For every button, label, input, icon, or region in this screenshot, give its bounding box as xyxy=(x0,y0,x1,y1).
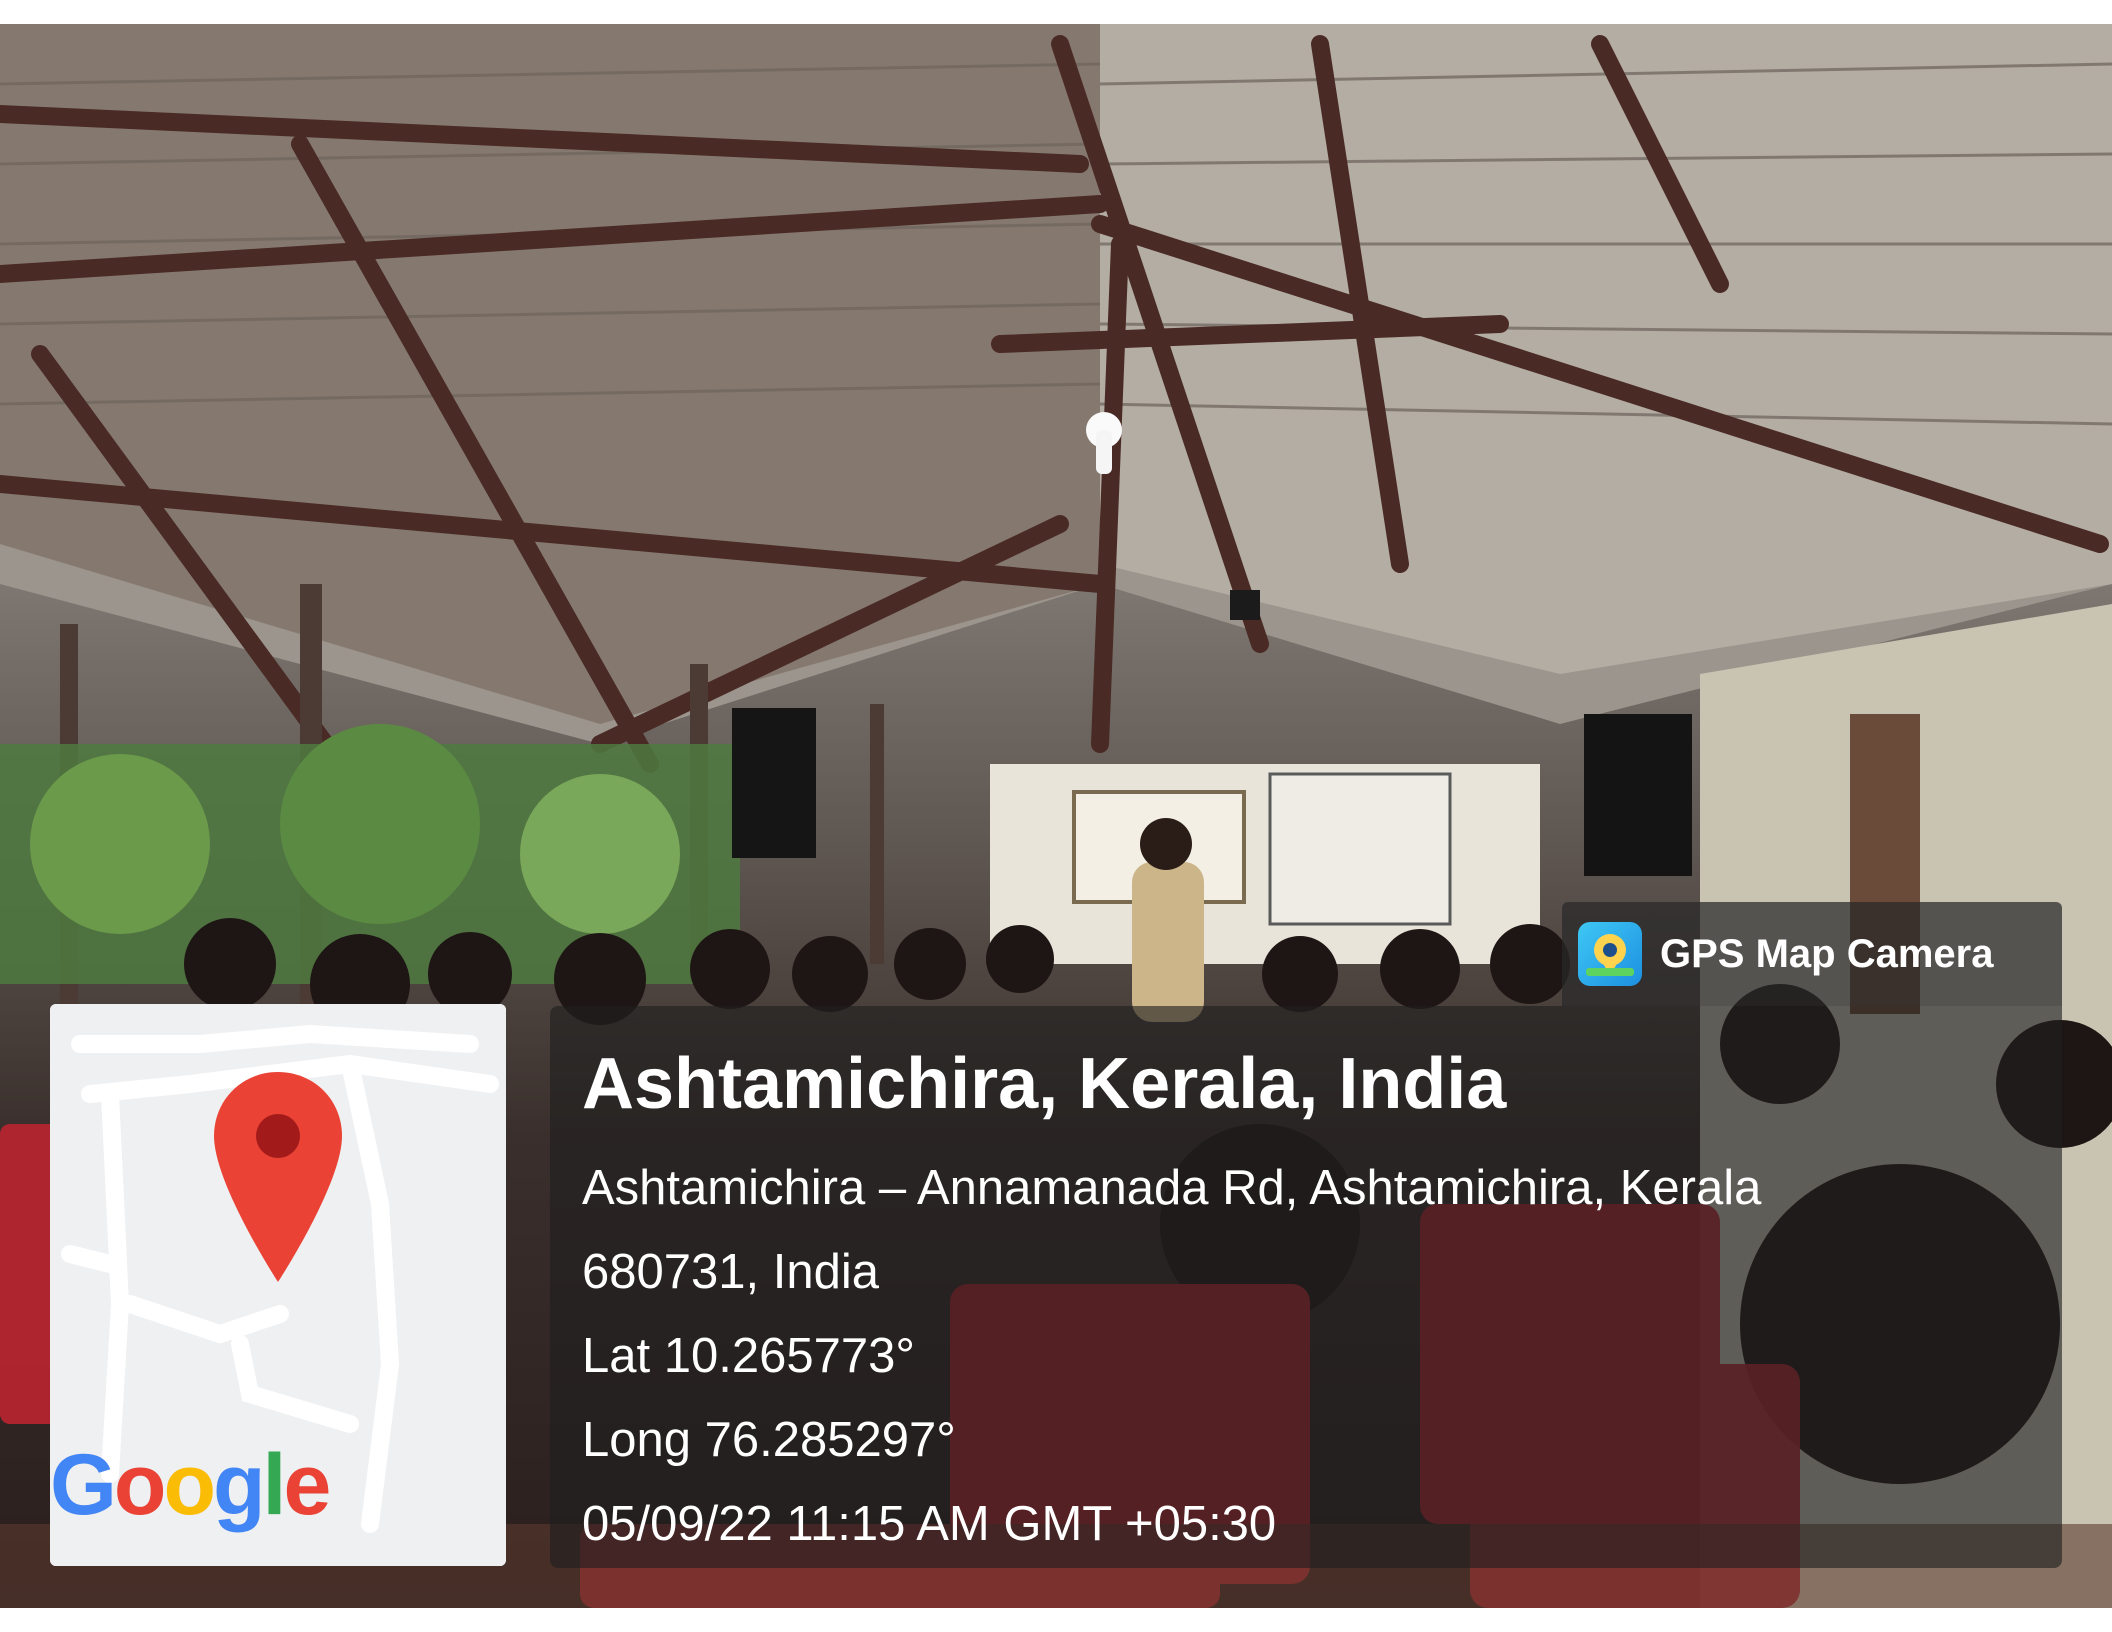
google-logo-letter: l xyxy=(262,1437,287,1533)
longitude-text: Long 76.285297° xyxy=(582,1413,956,1467)
google-logo-letter: g xyxy=(213,1437,266,1533)
google-logo: Google xyxy=(50,1436,331,1535)
gps-map-camera-badge: GPS Map Camera xyxy=(1562,902,2062,1006)
google-logo-letter: o xyxy=(163,1437,216,1533)
google-logo-letter: G xyxy=(50,1437,117,1533)
map-pin-camera-icon xyxy=(1578,922,1642,986)
location-info-panel: Ashtamichira, Kerala, India Ashtamichira… xyxy=(550,1006,2062,1568)
address-line-1: Ashtamichira – Annamanada Rd, Ashtamichi… xyxy=(582,1161,1762,1215)
address-line-2: 680731, India xyxy=(582,1245,879,1299)
location-title: Ashtamichira, Kerala, India xyxy=(582,1044,1507,1124)
datetime-text: 05/09/22 11:15 AM GMT +05:30 xyxy=(582,1497,1277,1551)
latitude-text: Lat 10.265773° xyxy=(582,1329,915,1383)
google-logo-letter: e xyxy=(283,1437,331,1533)
map-thumbnail: Google xyxy=(50,1004,506,1566)
google-logo-letter: o xyxy=(113,1437,167,1533)
gps-app-name: GPS Map Camera xyxy=(1660,931,1994,976)
